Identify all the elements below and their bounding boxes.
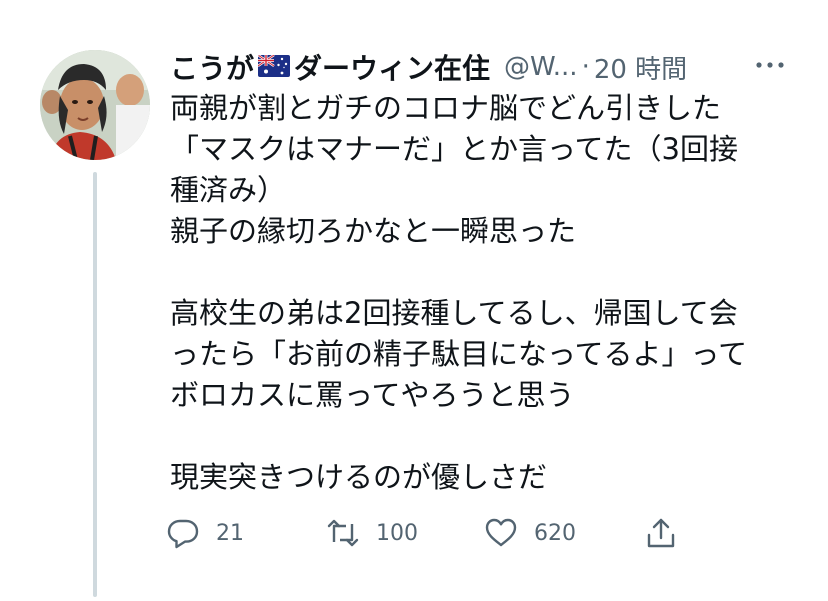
avatar-photo <box>40 50 150 160</box>
tweet-body-line: 現実突きつけるのが優しさだ <box>170 460 548 494</box>
retweet-icon <box>327 519 359 547</box>
reply-icon <box>167 519 199 549</box>
share-button[interactable] <box>644 513 678 553</box>
reply-count: 21 <box>216 520 244 546</box>
tweet-actions-bar: 21 100 620 <box>166 513 696 553</box>
avatar[interactable] <box>40 50 150 160</box>
reply-button[interactable]: 21 <box>166 513 244 553</box>
tweet: こうが ダーウィン在住 @W... · 20 時間 両親が割とガチのコロナ脳でど… <box>0 0 828 601</box>
like-heart-icon <box>485 518 517 547</box>
tweet-body-line: 種済み） <box>170 173 287 207</box>
tweet-body-line: 両親が割とガチのコロナ脳でどん引きした <box>170 91 722 125</box>
like-button[interactable]: 620 <box>484 513 576 553</box>
tweet-body: 両親が割とガチのコロナ脳でどん引きした 「マスクはマナーだ」とか言ってた（3回接… <box>170 88 780 498</box>
tweet-body-blank-line <box>170 252 780 293</box>
display-name-suffix[interactable]: ダーウィン在住 <box>294 47 490 87</box>
retweet-count: 100 <box>376 520 418 546</box>
tweet-body-blank-line <box>170 416 780 457</box>
thread-connector-line <box>93 172 97 597</box>
display-name[interactable]: こうが <box>170 47 254 87</box>
user-handle[interactable]: @W... <box>504 52 578 82</box>
tweet-body-line: 高校生の弟は2回接種してるし、帰国して会 <box>170 296 738 330</box>
tweet-header: こうが ダーウィン在住 @W... · 20 時間 <box>170 46 810 88</box>
like-count: 620 <box>534 520 576 546</box>
more-options-icon[interactable] <box>752 50 788 80</box>
tweet-body-line: 「マスクはマナーだ」とか言ってた（3回接 <box>170 132 739 166</box>
tweet-body-line: ったら「お前の精子駄目になってるよ」って <box>170 337 748 371</box>
tweet-timestamp[interactable]: 20 時間 <box>594 49 687 86</box>
australia-flag-icon <box>258 55 291 77</box>
share-icon <box>647 518 675 548</box>
retweet-button[interactable]: 100 <box>326 513 418 553</box>
tweet-body-line: 親子の縁切ろかなと一瞬思った <box>170 214 577 248</box>
tweet-body-line: ボロカスに罵ってやろうと思う <box>170 378 575 412</box>
header-separator: · <box>581 52 590 82</box>
